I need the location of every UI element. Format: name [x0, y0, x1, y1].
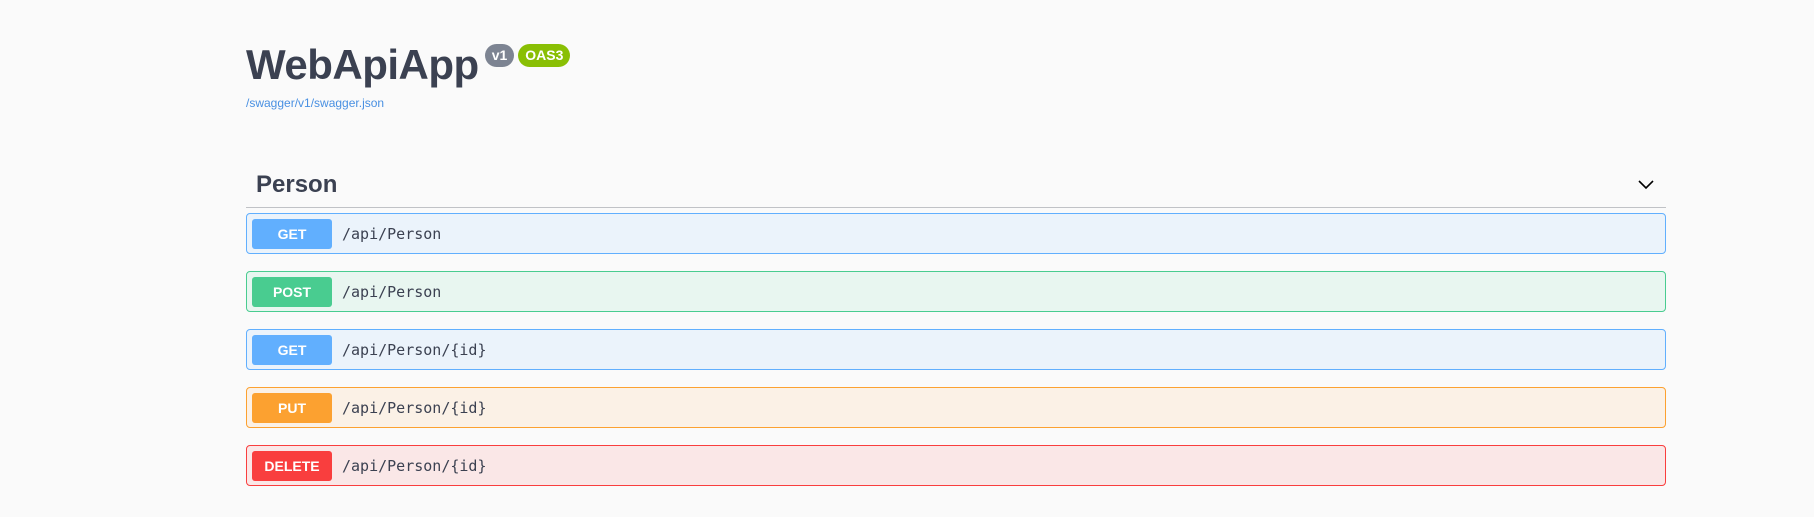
oas-badge: OAS3: [518, 44, 571, 67]
operation-get-person-by-id[interactable]: GET /api/Person/{id}: [246, 329, 1666, 370]
title-row: WebApiApp v1 OAS3: [246, 38, 574, 92]
operation-delete-person-by-id[interactable]: DELETE /api/Person/{id}: [246, 445, 1666, 486]
version-badges: v1 OAS3: [484, 44, 575, 67]
method-badge: PUT: [252, 392, 332, 423]
method-badge: DELETE: [252, 450, 332, 481]
tag-header[interactable]: Person: [246, 163, 1666, 208]
page-title: WebApiApp: [246, 41, 479, 88]
operation-path: /api/Person/{id}: [342, 456, 487, 475]
tag-section-person: Person GET /api/Person POST /api/Person …: [246, 163, 1666, 503]
method-badge: GET: [252, 218, 332, 249]
version-badge: v1: [484, 44, 515, 67]
tag-name: Person: [256, 171, 338, 198]
spec-link[interactable]: /swagger/v1/swagger.json: [246, 96, 574, 110]
operation-post-person[interactable]: POST /api/Person: [246, 271, 1666, 312]
api-info: WebApiApp v1 OAS3 /swagger/v1/swagger.js…: [246, 38, 574, 110]
operation-get-person[interactable]: GET /api/Person: [246, 213, 1666, 254]
operation-put-person-by-id[interactable]: PUT /api/Person/{id}: [246, 387, 1666, 428]
swagger-page: WebApiApp v1 OAS3 /swagger/v1/swagger.js…: [0, 0, 1814, 517]
method-badge: GET: [252, 334, 332, 365]
method-badge: POST: [252, 276, 332, 307]
operation-path: /api/Person: [342, 282, 442, 301]
chevron-down-icon[interactable]: [1636, 175, 1656, 195]
operation-path: /api/Person/{id}: [342, 398, 487, 417]
operation-path: /api/Person/{id}: [342, 340, 487, 359]
operations-list: GET /api/Person POST /api/Person GET /ap…: [246, 213, 1666, 486]
operation-path: /api/Person: [342, 224, 442, 243]
